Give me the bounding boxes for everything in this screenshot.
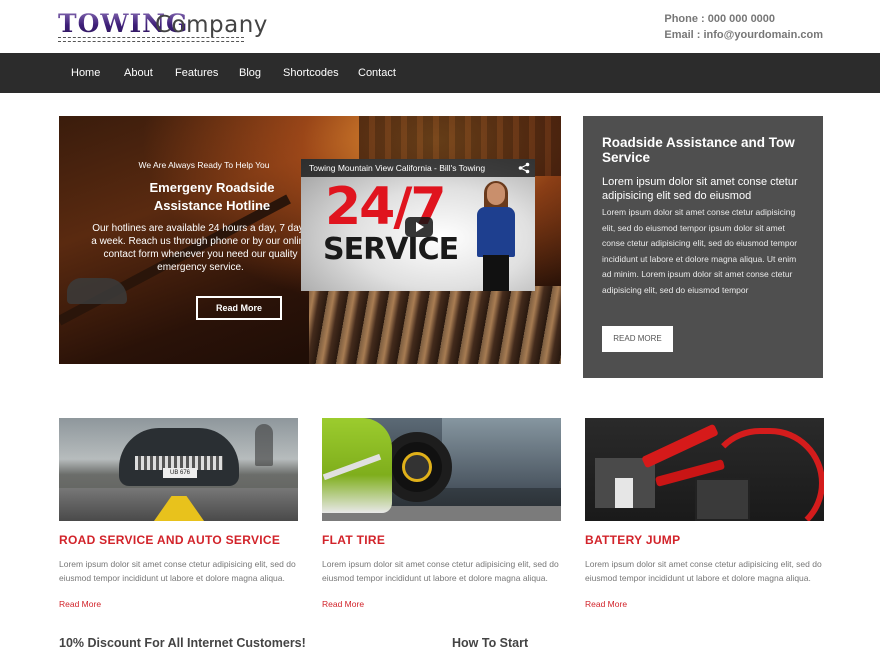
logo-underline [58,37,244,42]
service-image-battery[interactable] [585,418,824,521]
share-icon[interactable] [518,162,530,174]
hero-banner: We Are Always Ready To Help You Emergeny… [59,116,561,364]
service-text-flat-tire: Lorem ipsum dolor sit amet conse ctetur … [322,559,559,583]
sidebox-subtitle: Lorem ipsum dolor sit amet conse ctetur … [602,176,798,202]
hero-text: Our hotlines are available 24 hours a da… [91,223,310,273]
video-service-text: SERVICE [323,232,459,267]
play-icon[interactable] [405,217,433,237]
contact-info: Phone : 000 000 0000 Email : info@yourdo… [664,11,823,43]
tree-image [255,424,273,466]
nav-contact[interactable]: Contact [358,53,396,93]
phone-text: Phone : 000 000 0000 [664,13,776,25]
sidebox-read-more-button[interactable]: READ MORE [602,326,673,352]
sidebox-text: Lorem ipsum dolor sit amet conse ctetur … [602,207,798,295]
nav-blog[interactable]: Blog [239,53,261,93]
site-header: TOWING Company Phone : 000 000 0000 Emai… [0,0,880,53]
how-to-start-heading: How To Start [452,636,529,650]
service-title-flat-tire[interactable]: FLAT TIRE [322,533,385,547]
hero-read-more-button[interactable]: Read More [196,296,282,320]
rim-image [402,452,432,482]
service-title-road[interactable]: ROAD SERVICE AND AUTO SERVICE [59,533,280,547]
service-text-battery: Lorem ipsum dolor sit amet conse ctetur … [585,559,822,583]
presenter-head [487,183,505,205]
logo-word-company: Company [155,12,268,38]
white-part-image [615,478,633,508]
video-presenter [469,181,523,291]
sidebox-title: Roadside Assistance and Tow Service [602,135,795,165]
service-title-battery[interactable]: BATTERY JUMP [585,533,680,547]
nav-about[interactable]: About [124,53,153,93]
car-body-image [442,418,561,488]
service-image-road[interactable]: UB 676 [59,418,298,521]
discount-heading: 10% Discount For All Internet Customers! [59,636,306,650]
main-nav: Home About Features Blog Shortcodes Cont… [0,53,880,93]
email-text: Email : info@yourdomain.com [664,29,823,41]
logo[interactable]: TOWING Company [58,9,267,45]
jumper-cable-image [705,428,824,521]
service-read-more-road[interactable]: Read More [59,599,101,609]
video-title[interactable]: Towing Mountain View California - Bill's… [309,163,485,173]
sidebox: Roadside Assistance and Tow Service Lore… [583,116,823,378]
service-read-more-flat-tire[interactable]: Read More [322,599,364,609]
hero-road-image [309,286,561,364]
video-title-bar: Towing Mountain View California - Bill's… [301,159,535,177]
red-clamp-image [641,423,719,469]
service-text-road: Lorem ipsum dolor sit amet conse ctetur … [59,559,296,583]
hero-tagline: We Are Always Ready To Help You [138,160,270,170]
service-image-flat-tire[interactable] [322,418,561,521]
presenter-body [477,207,515,257]
nav-shortcodes[interactable]: Shortcodes [283,53,339,93]
presenter-legs [483,255,509,291]
hero-title: Emergeny Roadside Assistance Hotline [149,180,275,213]
car-plate: UB 676 [163,468,197,478]
nav-features[interactable]: Features [175,53,218,93]
service-read-more-battery[interactable]: Read More [585,599,627,609]
video-player[interactable]: 24/7 SERVICE Towing Mountain View Califo… [301,159,535,291]
nav-home[interactable]: Home [71,53,100,93]
hero-car-image [67,278,127,304]
